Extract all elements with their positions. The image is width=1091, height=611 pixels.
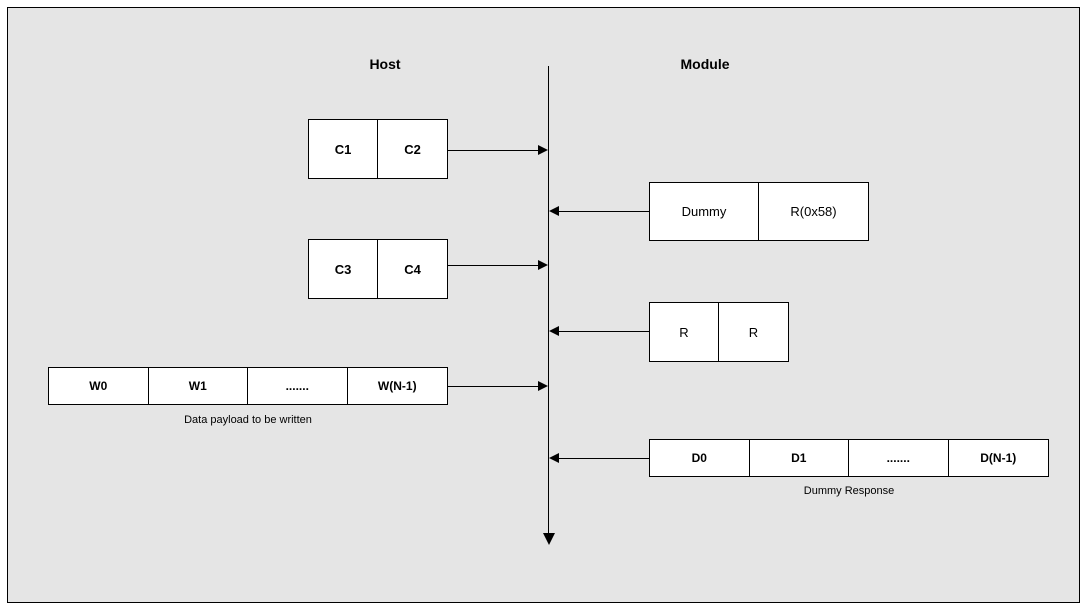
arrow-line-resp-r-r [559,331,649,332]
diagram-canvas: Host Module C1 C2 Dummy R(0x58) C3 C4 R … [7,7,1080,603]
message-cell: C4 [404,261,421,277]
arrow-head-right-icon [538,260,548,270]
message-box-dummy-response: D0 D1 ....... D(N-1) [649,439,1049,477]
arrow-line-resp-dummy-r58 [559,211,649,212]
caption-dummy-response: Dummy Response [803,485,895,497]
arrow-head-left-icon [549,453,559,463]
message-cell: Dummy [650,183,759,240]
message-cell: W(N-1) [377,379,417,393]
message-cell: ....... [849,440,949,476]
message-box-resp-r-r: R R [649,302,789,362]
message-box-resp-dummy-r58: Dummy R(0x58) [649,182,869,241]
message-cell: C3 [309,240,378,298]
message-cell: D1 [750,440,849,476]
arrow-head-left-icon [549,206,559,216]
message-box-write-payload: W0 W1 ....... W(N-1) [48,367,448,405]
message-cell: D0 [650,440,750,476]
arrow-head-right-icon [538,381,548,391]
message-cell: C1 [309,120,378,178]
arrow-line-dummy-response [559,458,649,459]
actor-label-module: Module [680,56,730,72]
message-cell: R [650,303,719,361]
message-cell: R(0x58) [790,204,837,219]
actor-label-host: Host [369,56,401,72]
message-cell: R [748,324,759,340]
arrow-line-cmd-c3-c4 [448,265,538,266]
message-box-cmd-c1-c2: C1 C2 [308,119,448,179]
message-box-cmd-c3-c4: C3 C4 [308,239,448,299]
message-cell: ....... [248,368,348,404]
caption-write-payload: Data payload to be written [184,414,312,426]
arrow-line-write-payload [448,386,538,387]
message-cell: D(N-1) [980,451,1017,465]
arrow-head-left-icon [549,326,559,336]
message-cell: W1 [149,368,248,404]
arrow-head-right-icon [538,145,548,155]
arrow-line-cmd-c1-c2 [448,150,538,151]
lifeline-arrowhead-down-icon [542,533,555,545]
message-cell: W0 [49,368,149,404]
message-cell: C2 [404,141,421,157]
